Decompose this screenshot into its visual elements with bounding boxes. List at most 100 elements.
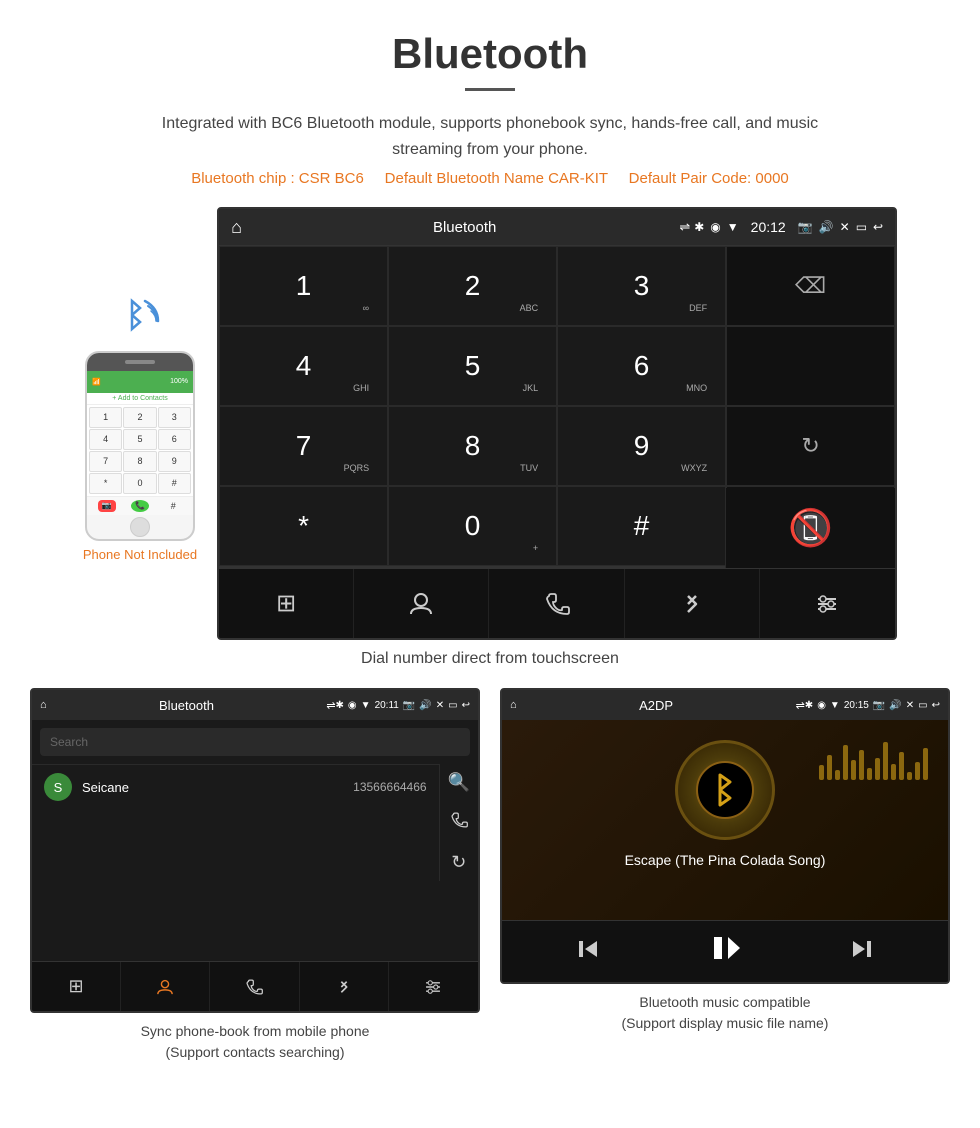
music-sig-icon: ▼ (830, 700, 840, 711)
home-icon: ⌂ (231, 217, 242, 238)
refresh-contacts-icon[interactable]: ↻ (448, 852, 470, 873)
album-art (675, 740, 775, 840)
next-btn[interactable] (847, 935, 875, 969)
phone-bottom-bar: 📷 📞 # (87, 496, 193, 515)
contacts-bt-icon (336, 977, 352, 997)
delete-icon: ⌫ (795, 273, 826, 299)
contacts-bt-icon: ✱ (336, 700, 344, 711)
phone-not-included-label: Phone Not Included (83, 547, 197, 562)
contacts-caption: Sync phone-book from mobile phone (Suppo… (30, 1021, 480, 1063)
music-status-bar: ⌂ A2DP ⇌ ✱ ◉ ▼ 20:15 📷 🔊 ✕ ▭ ↩ (502, 690, 948, 720)
settings-icon (814, 591, 840, 617)
eq-bar-5 (851, 760, 856, 780)
dial-key-star[interactable]: * (219, 486, 388, 566)
spec-chip: Bluetooth chip : CSR BC6 (191, 170, 364, 187)
dial-delete-btn[interactable]: ⌫ (726, 246, 895, 326)
end-call-row-2: 📵 (219, 567, 895, 568)
contacts-bottom-dialpad[interactable]: ⊞ (32, 962, 121, 1011)
eq-bar-3 (835, 770, 840, 780)
window-icon: ▭ (856, 220, 867, 234)
music-vol-icon: 🔊 (889, 700, 901, 711)
music-x-icon: ✕ (906, 700, 914, 711)
song-title: Escape (The Pina Colada Song) (625, 852, 826, 868)
contact-row: S Seicane 13566664466 (32, 764, 439, 809)
eq-bars (819, 740, 928, 780)
volume-icon: 🔊 (819, 220, 834, 234)
phone-key-9: 9 (158, 451, 191, 472)
contacts-bottom-bar: ⊞ (32, 961, 478, 1011)
phone-key-hash: # (158, 473, 191, 494)
eq-bar-12 (907, 772, 912, 780)
phone-home-button (130, 517, 150, 537)
contacts-win-icon: ▭ (448, 700, 457, 711)
contacts-sig-icon: ▼ (361, 700, 371, 711)
bottom-dialpad-btn[interactable]: ⊞ (219, 569, 354, 638)
back-icon: ↩ (873, 220, 883, 234)
eq-bar-10 (891, 764, 896, 780)
spec-name: Default Bluetooth Name CAR-KIT (385, 170, 608, 187)
refresh-icon: ↻ (801, 433, 819, 459)
contacts-bottom-settings[interactable] (389, 962, 478, 1011)
dial-end-call-btn[interactable]: 📵 (725, 488, 895, 568)
main-screen-section: 📶 100% + Add to Contacts 1 2 3 4 5 6 7 8… (0, 207, 980, 640)
phone-key-5: 5 (123, 429, 156, 450)
eq-bar-9 (883, 742, 888, 780)
contacts-home-icon: ⌂ (40, 699, 47, 711)
prev-btn[interactable] (575, 935, 603, 969)
dial-key-2[interactable]: 2 ABC (388, 246, 557, 326)
spec-line: Bluetooth chip : CSR BC6 Default Bluetoo… (0, 170, 980, 187)
music-home-icon: ⌂ (510, 699, 517, 711)
search-icon[interactable]: 🔍 (448, 772, 470, 793)
contacts-caption-line2: (Support contacts searching) (166, 1044, 345, 1060)
contacts-screen-block: ⌂ Bluetooth ⇌ ✱ ◉ ▼ 20:11 📷 🔊 ✕ ▭ ↩ (30, 688, 480, 1063)
title-divider (465, 88, 515, 91)
eq-bar-1 (819, 765, 824, 780)
status-icons: ✱ ◉ ▼ 20:12 📷 🔊 ✕ ▭ ↩ (694, 219, 883, 235)
phone-key-8: 8 (123, 451, 156, 472)
dial-key-8[interactable]: 8 TUV (388, 406, 557, 486)
dial-key-0-sub: + (533, 543, 538, 553)
music-controls (502, 920, 948, 982)
bottom-settings-btn[interactable] (760, 569, 895, 638)
dial-key-0[interactable]: 0 + (388, 486, 557, 566)
bt-status-icon: ✱ (694, 220, 704, 234)
car-status-bar: ⌂ Bluetooth ⇌ ✱ ◉ ▼ 20:12 📷 🔊 ✕ ▭ ↩ (219, 209, 895, 245)
dial-key-9[interactable]: 9 WXYZ (557, 406, 726, 486)
contacts-phone-icon (245, 978, 263, 996)
play-pause-btn[interactable] (708, 931, 742, 972)
dial-key-3[interactable]: 3 DEF (557, 246, 726, 326)
phone-key-3: 3 (158, 407, 191, 428)
music-car-screen: ⌂ A2DP ⇌ ✱ ◉ ▼ 20:15 📷 🔊 ✕ ▭ ↩ (500, 688, 950, 984)
contacts-cam-icon: 📷 (403, 700, 415, 711)
phone-right-icon (450, 811, 468, 829)
dial-refresh-btn[interactable]: ↻ (726, 406, 895, 486)
eq-bar-4 (843, 745, 848, 780)
music-back-icon: ↩ (932, 700, 940, 711)
usb-icon: ⇌ (679, 219, 690, 235)
bottom-bt-btn[interactable] (625, 569, 760, 638)
album-bt-icon (695, 760, 755, 820)
dial-key-5[interactable]: 5 JKL (388, 326, 557, 406)
bottom-phone-btn[interactable] (489, 569, 624, 638)
dial-key-7[interactable]: 7 PQRS (219, 406, 388, 486)
dial-key-3-sub: DEF (689, 303, 707, 313)
search-bar[interactable]: Search (40, 728, 470, 756)
camera-icon: 📷 (798, 220, 813, 234)
contacts-loc-icon: ◉ (348, 700, 357, 711)
contacts-bottom-phone[interactable] (210, 962, 299, 1011)
contacts-caption-line1: Sync phone-book from mobile phone (141, 1023, 370, 1039)
contacts-back-icon: ↩ (462, 700, 470, 711)
dial-key-4[interactable]: 4 GHI (219, 326, 388, 406)
contacts-bottom-contacts[interactable] (121, 962, 210, 1011)
dial-key-6[interactable]: 6 MNO (557, 326, 726, 406)
dial-key-hash[interactable]: # (557, 486, 726, 566)
contacts-bottom-bt[interactable] (300, 962, 389, 1011)
right-icons-col: 🔍 ↻ (439, 764, 478, 881)
phone-illustration: 📶 100% + Add to Contacts 1 2 3 4 5 6 7 8… (83, 286, 197, 562)
call-contact-icon[interactable] (448, 811, 470, 834)
dial-key-1[interactable]: 1 ∞ (219, 246, 388, 326)
screen-title: Bluetooth (250, 219, 679, 236)
bottom-contacts-btn[interactable] (354, 569, 489, 638)
music-screen-block: ⌂ A2DP ⇌ ✱ ◉ ▼ 20:15 📷 🔊 ✕ ▭ ↩ (500, 688, 950, 1063)
contacts-time: 20:11 (375, 700, 399, 711)
